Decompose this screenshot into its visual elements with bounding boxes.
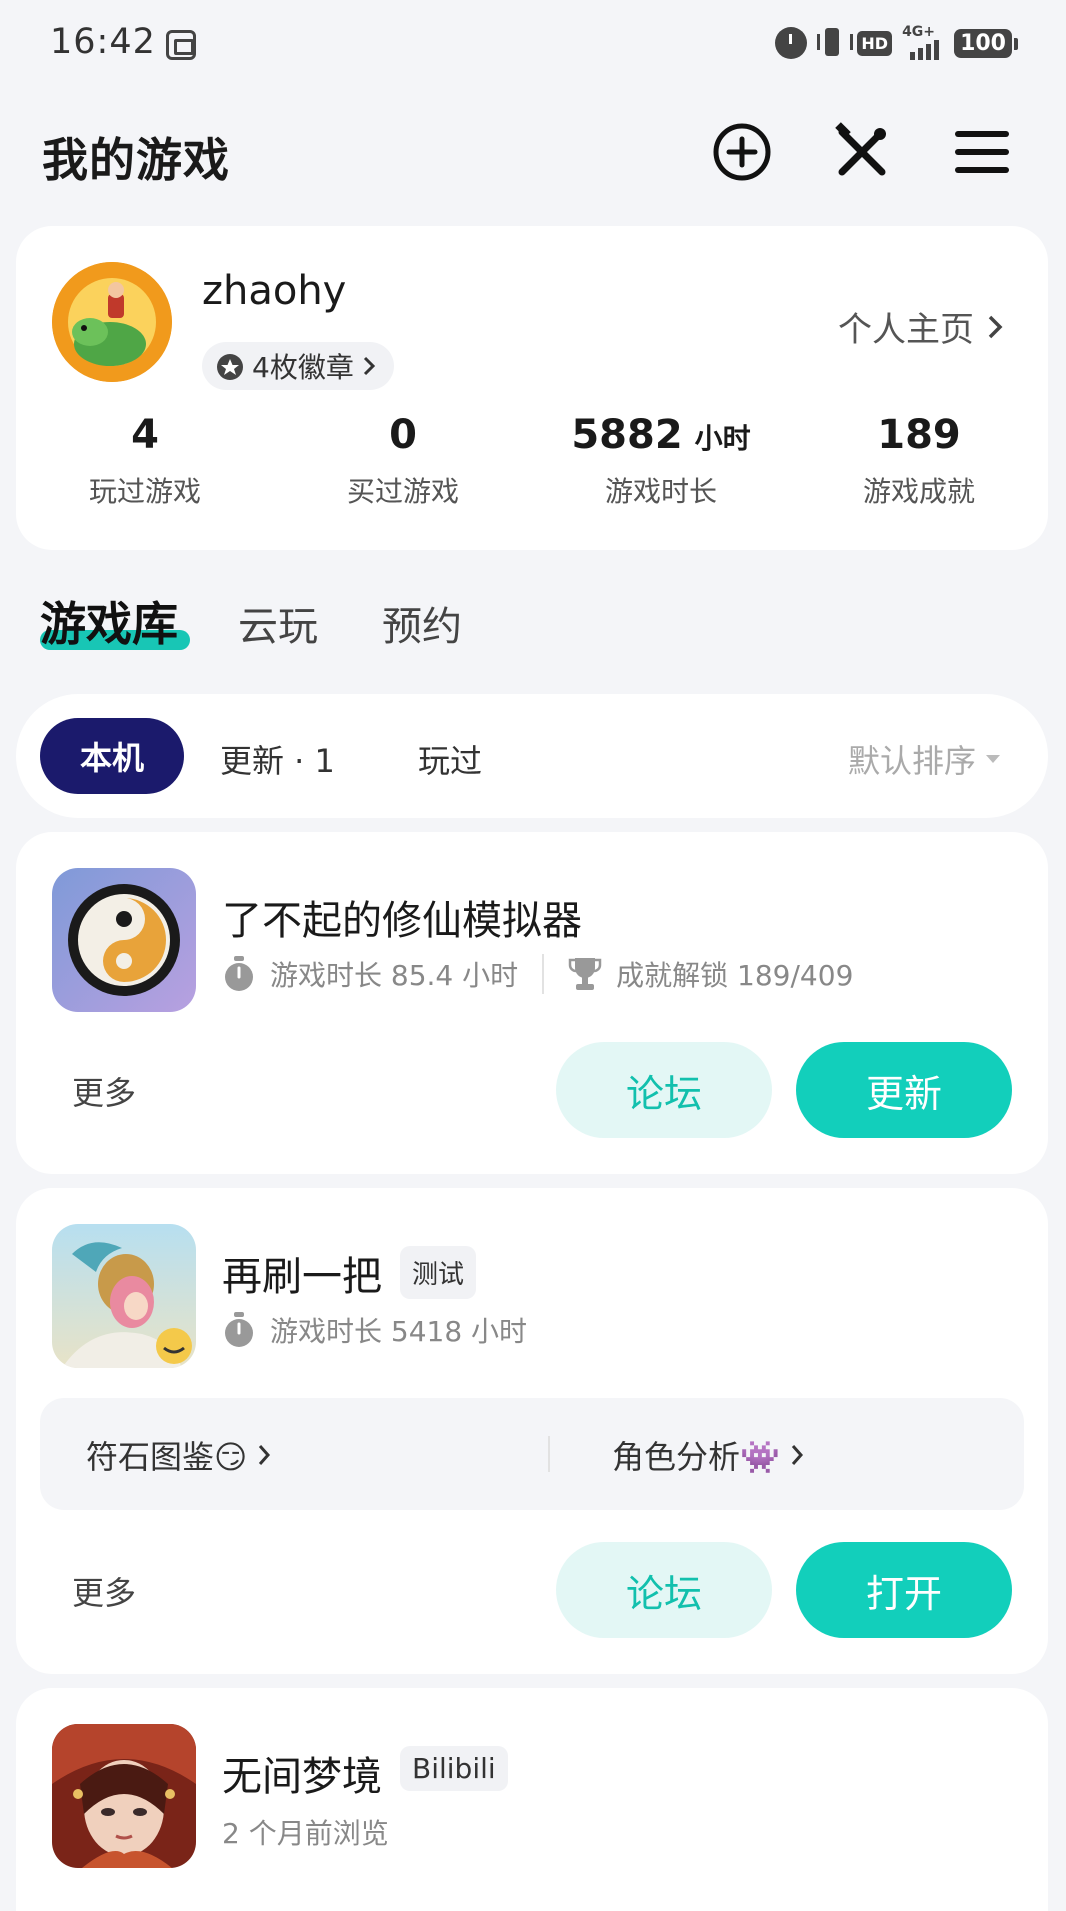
game-card[interactable]: 无间梦境 Bilibili 2 个月前浏览: [16, 1688, 1048, 1911]
stat-played[interactable]: 4 玩过游戏: [16, 412, 274, 510]
status-icons: HD 4G+ 100: [775, 24, 1018, 60]
filter-chip-local[interactable]: 本机: [40, 718, 184, 794]
test-tag: 测试: [400, 1246, 477, 1299]
username: zhaohy: [202, 268, 347, 314]
stat-value: 0: [389, 412, 417, 458]
signal-icon: 4G+: [902, 24, 944, 60]
game-playtime: 游戏时长 5418 小时: [270, 1315, 528, 1348]
alarm-icon: [775, 27, 808, 59]
homepage-label: 个人主页: [838, 310, 974, 350]
menu-button[interactable]: [950, 120, 1014, 184]
filter-chip-played[interactable]: 玩过: [418, 736, 482, 782]
game-card[interactable]: 了不起的修仙模拟器 游戏时长 85.4 小时 成就解锁 189/409 更多 论…: [16, 832, 1048, 1174]
chevron-right-icon: [259, 1445, 271, 1465]
trophy-icon: [568, 958, 602, 990]
battery-icon: 100: [954, 28, 1018, 58]
badges-button[interactable]: 4枚徽章: [202, 342, 394, 390]
tab-reservations[interactable]: 预约: [382, 594, 462, 652]
tab-cloud-play[interactable]: 云玩: [238, 594, 318, 652]
stat-value: 4: [131, 412, 159, 458]
vibrate-icon: [817, 26, 854, 60]
screenshot-app-icon: [166, 30, 196, 60]
chevron-right-icon: [363, 356, 375, 376]
more-button[interactable]: 更多: [72, 1568, 136, 1614]
status-bar: 16:42 HD 4G+ 100: [0, 0, 1066, 92]
stat-unit: 小时: [694, 422, 751, 455]
stat-label: 游戏时长: [604, 475, 717, 508]
game-card[interactable]: 再刷一把 测试 游戏时长 5418 小时 符石图鉴😏 角色分析👾 更多 论坛 打…: [16, 1188, 1048, 1674]
badges-label: 4枚徽章: [252, 351, 354, 384]
stopwatch-icon: [225, 956, 253, 991]
game-name: 无间梦境: [222, 1754, 382, 1800]
more-button[interactable]: 更多: [72, 1068, 136, 1114]
stat-value: 5882: [571, 412, 683, 458]
game-meta: 游戏时长 85.4 小时 成就解锁 189/409: [222, 954, 853, 994]
forum-button[interactable]: 论坛: [556, 1042, 772, 1138]
divider: [548, 1436, 550, 1472]
update-button[interactable]: 更新: [796, 1042, 1012, 1138]
game-icon[interactable]: [52, 1224, 196, 1368]
game-playtime: 游戏时长 85.4 小时: [270, 959, 519, 992]
filter-chip-updates[interactable]: 更新 · 1: [220, 736, 335, 782]
stat-value: 189: [877, 412, 961, 458]
last-viewed: 2 个月前浏览: [222, 1817, 389, 1850]
avatar[interactable]: [52, 262, 172, 382]
medal-icon: [217, 354, 243, 380]
filter-bar: 本机 更新 · 1 玩过 默认排序: [16, 694, 1048, 818]
menu-icon: [955, 131, 1009, 173]
quick-link-label: 符石图鉴😏: [86, 1438, 248, 1476]
stat-label: 买过游戏: [346, 475, 459, 508]
tools-button[interactable]: [830, 120, 894, 184]
stat-label: 游戏成就: [862, 475, 975, 508]
forum-button[interactable]: 论坛: [556, 1542, 772, 1638]
status-time: 16:42: [50, 22, 156, 62]
quick-link-label: 角色分析👾: [612, 1438, 780, 1476]
quick-link-character-analysis[interactable]: 角色分析👾: [612, 1432, 804, 1478]
profile-card: zhaohy 4枚徽章 个人主页 4 玩过游戏 0 买过游戏 5882 小时 游戏…: [16, 226, 1048, 550]
quick-links: 符石图鉴😏 角色分析👾: [40, 1398, 1024, 1510]
tools-icon: [835, 122, 886, 176]
network-type: 4G+: [902, 24, 936, 40]
game-name: 再刷一把: [222, 1254, 382, 1300]
game-name: 了不起的修仙模拟器: [222, 898, 582, 944]
game-icon[interactable]: [52, 868, 196, 1012]
sort-label: 默认排序: [847, 742, 976, 780]
hd-icon: HD: [857, 30, 893, 56]
add-circle-icon: [713, 123, 771, 181]
stopwatch-icon: [225, 1312, 253, 1347]
homepage-link[interactable]: 个人主页: [838, 302, 1004, 351]
stats-row: 4 玩过游戏 0 买过游戏 5882 小时 游戏时长 189 游戏成就: [16, 412, 1048, 510]
game-meta: 游戏时长 5418 小时: [222, 1310, 527, 1350]
open-button[interactable]: 打开: [796, 1542, 1012, 1638]
platform-tag: Bilibili: [400, 1746, 508, 1791]
page-title: 我的游戏: [42, 133, 230, 187]
caret-down-icon: [986, 755, 1000, 763]
divider: [542, 954, 545, 994]
add-game-button[interactable]: [710, 120, 774, 184]
stat-playtime[interactable]: 5882 小时 游戏时长: [532, 412, 790, 510]
tab-game-library[interactable]: 游戏库: [40, 588, 178, 654]
stat-label: 玩过游戏: [88, 475, 201, 508]
chevron-right-icon: [988, 315, 1003, 338]
quick-link-rune-guide[interactable]: 符石图鉴😏: [86, 1432, 271, 1478]
stat-achievements[interactable]: 189 游戏成就: [790, 412, 1048, 510]
sort-dropdown[interactable]: 默认排序: [848, 736, 1000, 782]
stat-bought[interactable]: 0 买过游戏: [274, 412, 532, 510]
chevron-right-icon: [791, 1445, 803, 1465]
game-icon[interactable]: [52, 1724, 196, 1868]
game-achievements: 成就解锁 189/409: [616, 959, 854, 992]
